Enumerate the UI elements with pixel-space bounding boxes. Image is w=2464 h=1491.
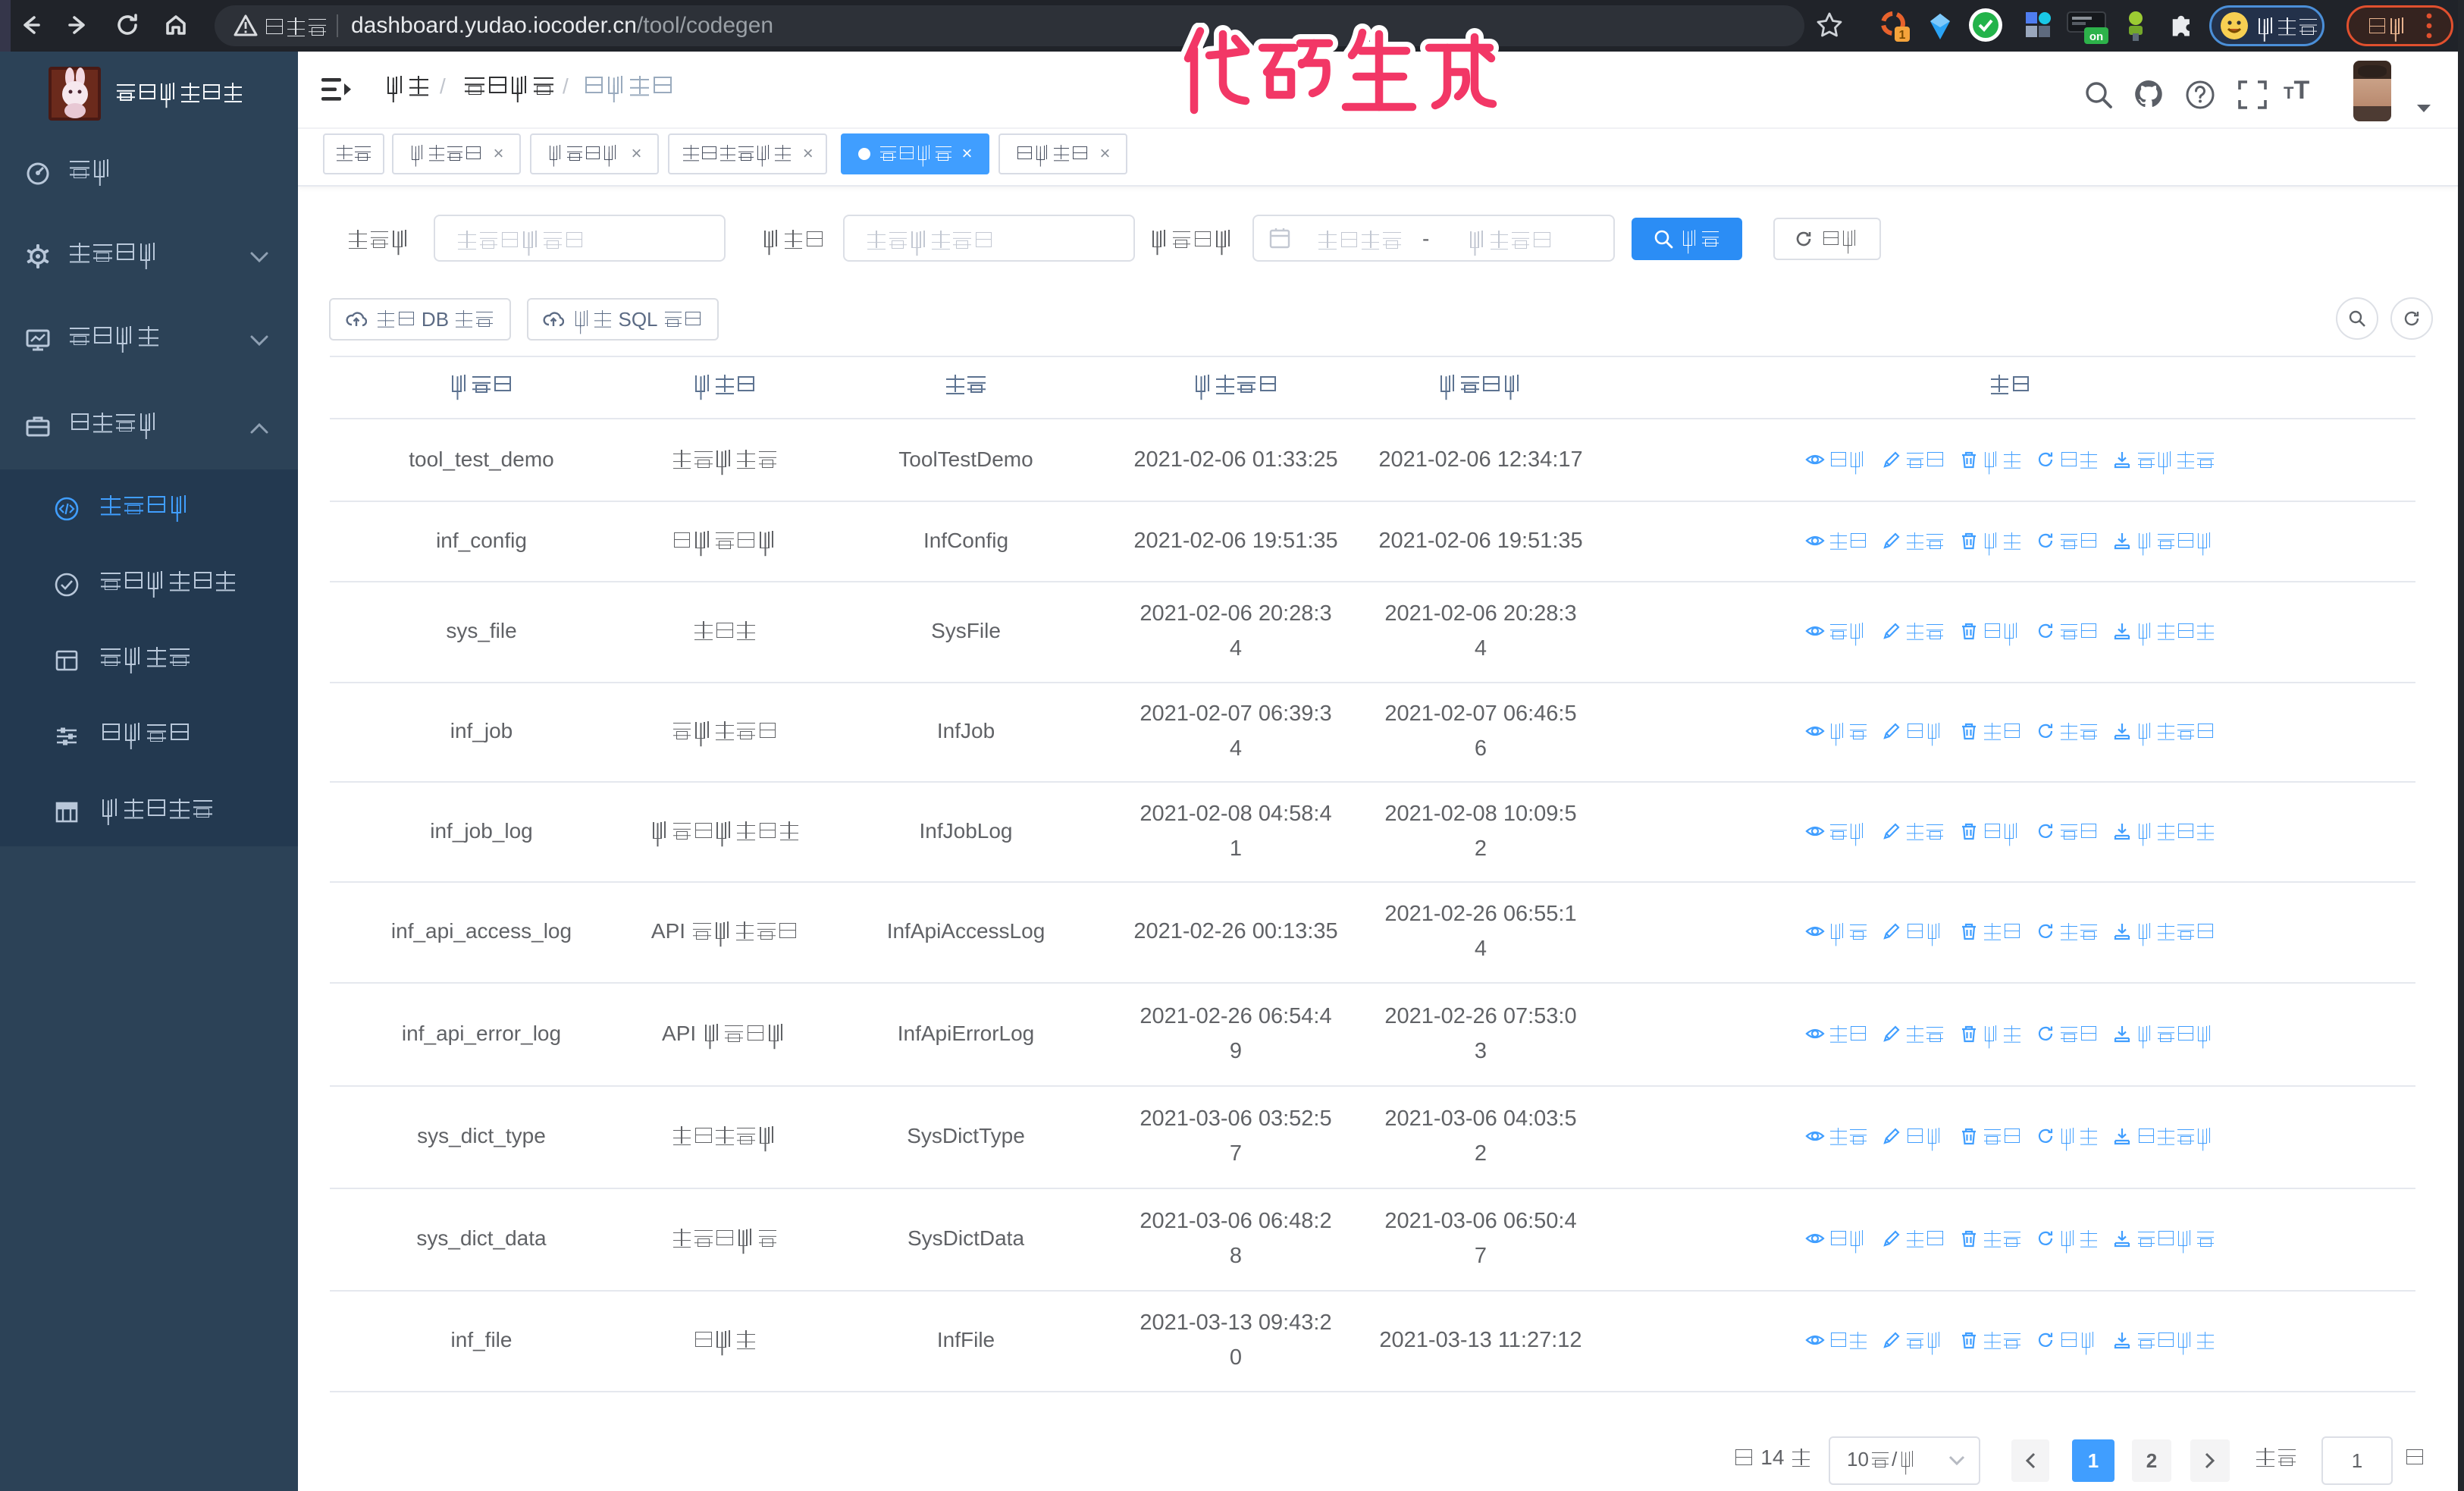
svg-text:1: 1	[1899, 29, 1906, 42]
svg-text:on: on	[2089, 30, 2103, 43]
